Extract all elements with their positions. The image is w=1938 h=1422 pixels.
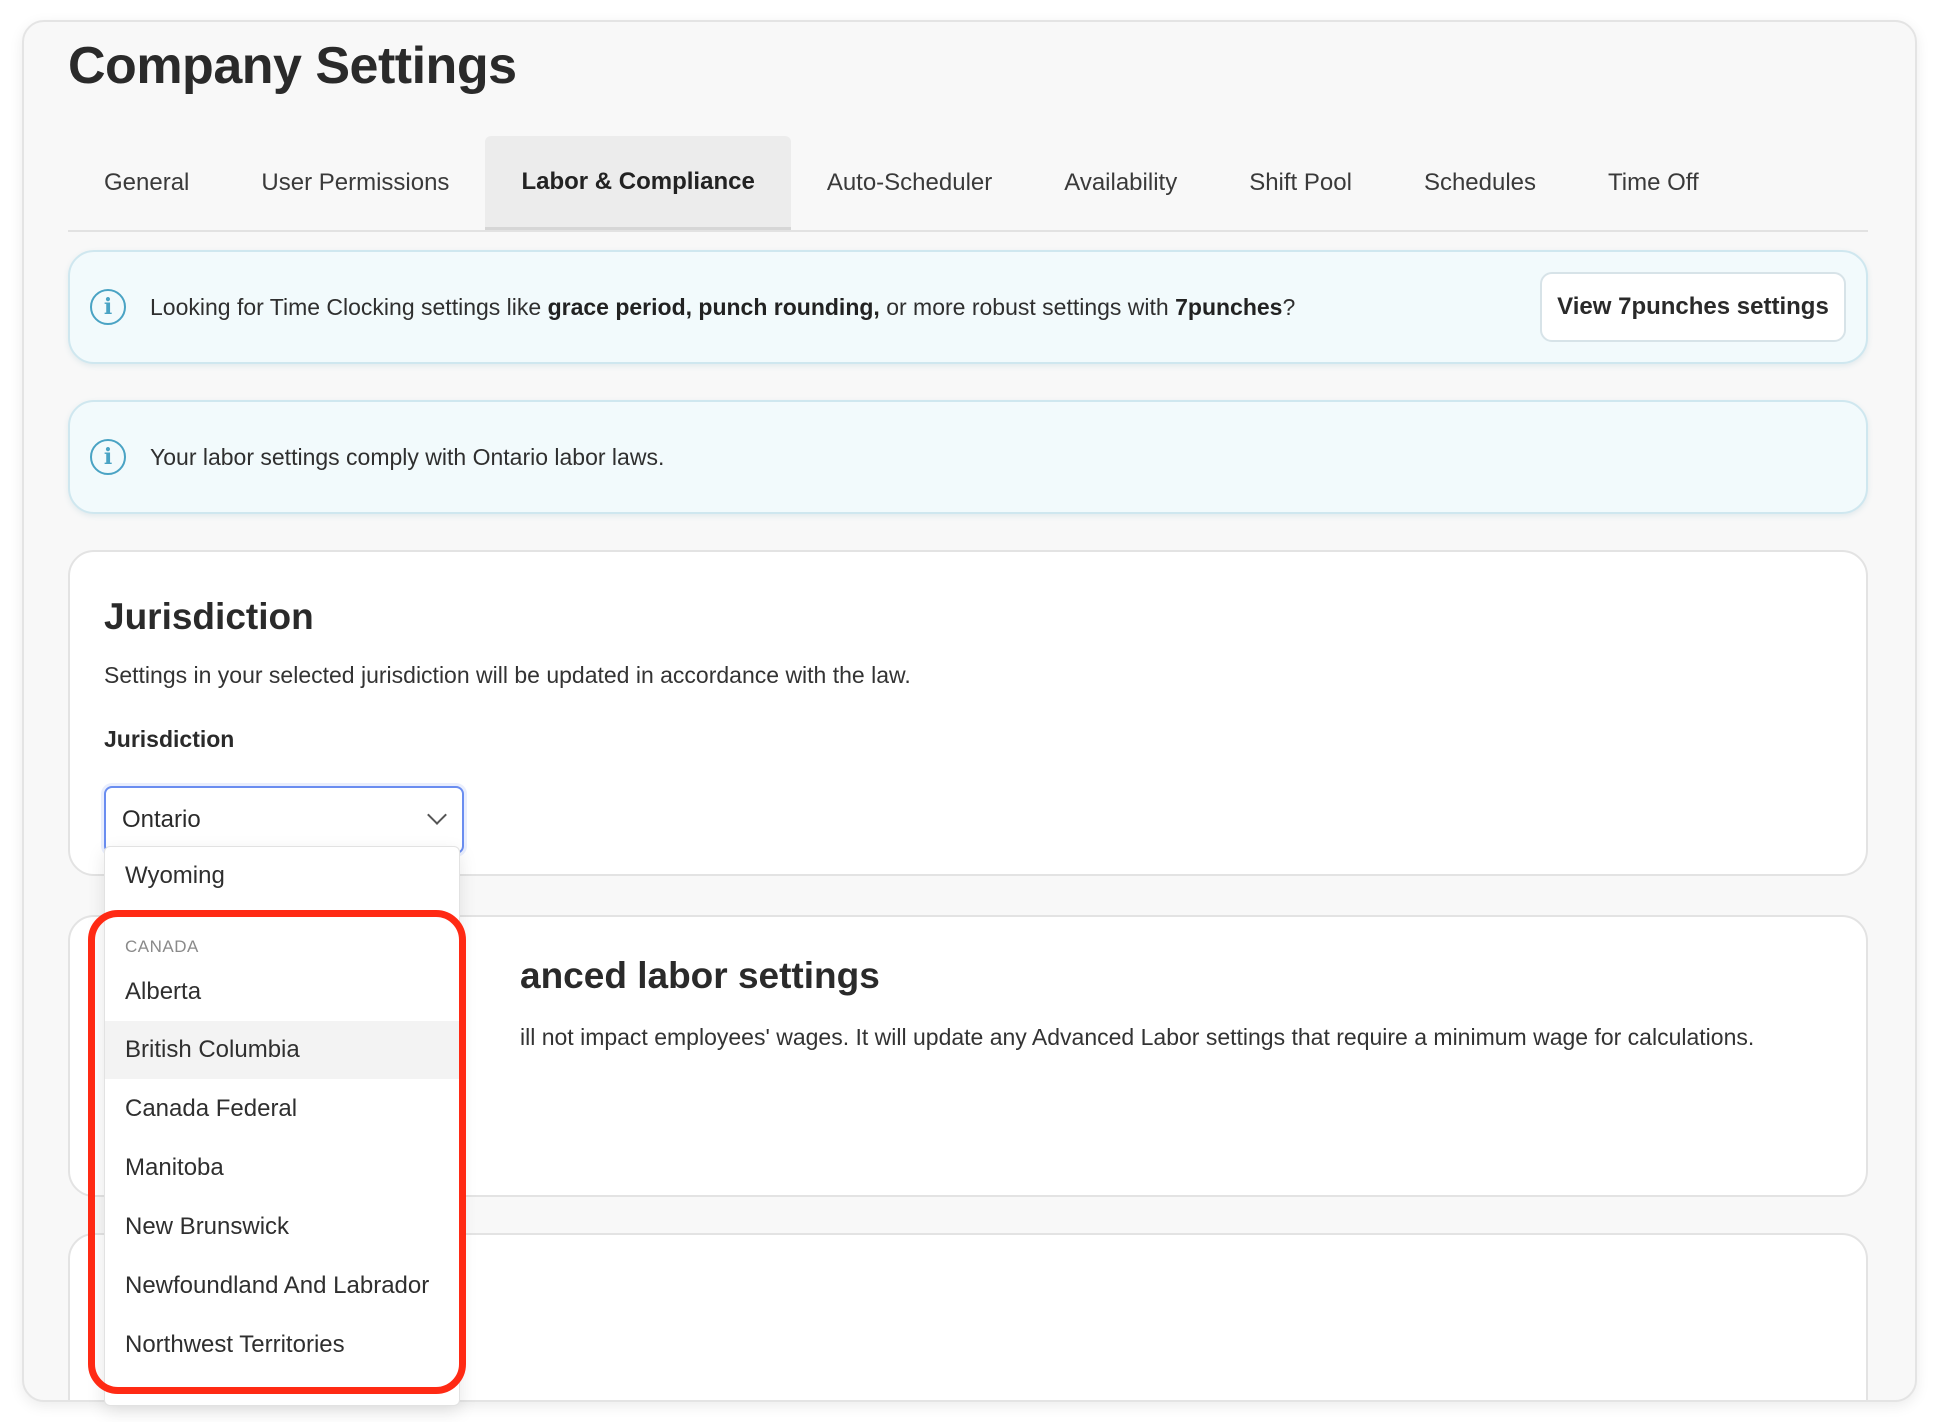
dropdown-option-wyoming[interactable]: Wyoming	[105, 847, 459, 905]
dropdown-option-alberta[interactable]: Alberta	[105, 963, 459, 1021]
jurisdiction-field-label: Jurisdiction	[104, 726, 235, 752]
banner-bold-grace: grace period, punch rounding,	[547, 293, 880, 320]
compliance-banner: i Your labor settings comply with Ontari…	[68, 400, 1868, 514]
jurisdiction-card: Jurisdiction Settings in your selected j…	[68, 550, 1868, 876]
dropdown-option-northwest-territories[interactable]: Northwest Territories	[105, 1316, 459, 1374]
dropdown-option-new-brunswick[interactable]: New Brunswick	[105, 1198, 459, 1256]
tab-shift-pool[interactable]: Shift Pool	[1213, 136, 1388, 230]
time-clocking-banner: i Looking for Time Clocking settings lik…	[68, 250, 1868, 364]
tab-availability[interactable]: Availability	[1028, 136, 1213, 230]
tab-auto-scheduler[interactable]: Auto-Scheduler	[791, 136, 1028, 230]
page-title: Company Settings	[68, 37, 517, 95]
tab-schedules[interactable]: Schedules	[1388, 136, 1572, 230]
tab-time-off[interactable]: Time Off	[1572, 136, 1735, 230]
tab-labor-compliance[interactable]: Labor & Compliance	[485, 136, 791, 230]
jurisdiction-selected-value: Ontario	[122, 806, 201, 833]
info-icon: i	[90, 289, 126, 325]
jurisdiction-select[interactable]: Ontario	[104, 786, 464, 854]
time-clocking-banner-text: Looking for Time Clocking settings like …	[150, 294, 1295, 321]
dropdown-option-british-columbia[interactable]: British Columbia	[105, 1021, 459, 1079]
advanced-labor-title: anced labor settings	[520, 955, 880, 996]
banner-bold-7punches: 7punches	[1175, 293, 1283, 320]
banner-text-part: ?	[1282, 293, 1296, 320]
tab-general[interactable]: General	[68, 136, 225, 230]
jurisdiction-dropdown-menu: Wyoming CANADA Alberta British Columbia …	[104, 846, 460, 1406]
view-7punches-settings-button[interactable]: View 7punches settings	[1540, 272, 1846, 342]
dropdown-option-canada-federal[interactable]: Canada Federal	[105, 1080, 459, 1138]
compliance-banner-text: Your labor settings comply with Ontario …	[150, 443, 665, 470]
dropdown-option-newfoundland-and-labrador[interactable]: Newfoundland And Labrador	[105, 1257, 459, 1315]
advanced-labor-description: ill not impact employees' wages. It will…	[520, 1024, 1755, 1050]
info-icon: i	[90, 439, 126, 475]
tab-user-permissions[interactable]: User Permissions	[225, 136, 485, 230]
banner-text-part: Looking for Time Clocking settings like	[150, 293, 548, 320]
chevron-down-icon	[427, 805, 447, 825]
dropdown-group-label-canada: CANADA	[125, 937, 199, 956]
settings-tabs: General User Permissions Labor & Complia…	[68, 136, 1868, 232]
dropdown-option-manitoba[interactable]: Manitoba	[105, 1139, 459, 1197]
banner-text-part: or more robust settings with	[879, 293, 1176, 320]
jurisdiction-title: Jurisdiction	[104, 596, 314, 637]
jurisdiction-description: Settings in your selected jurisdiction w…	[104, 662, 911, 688]
